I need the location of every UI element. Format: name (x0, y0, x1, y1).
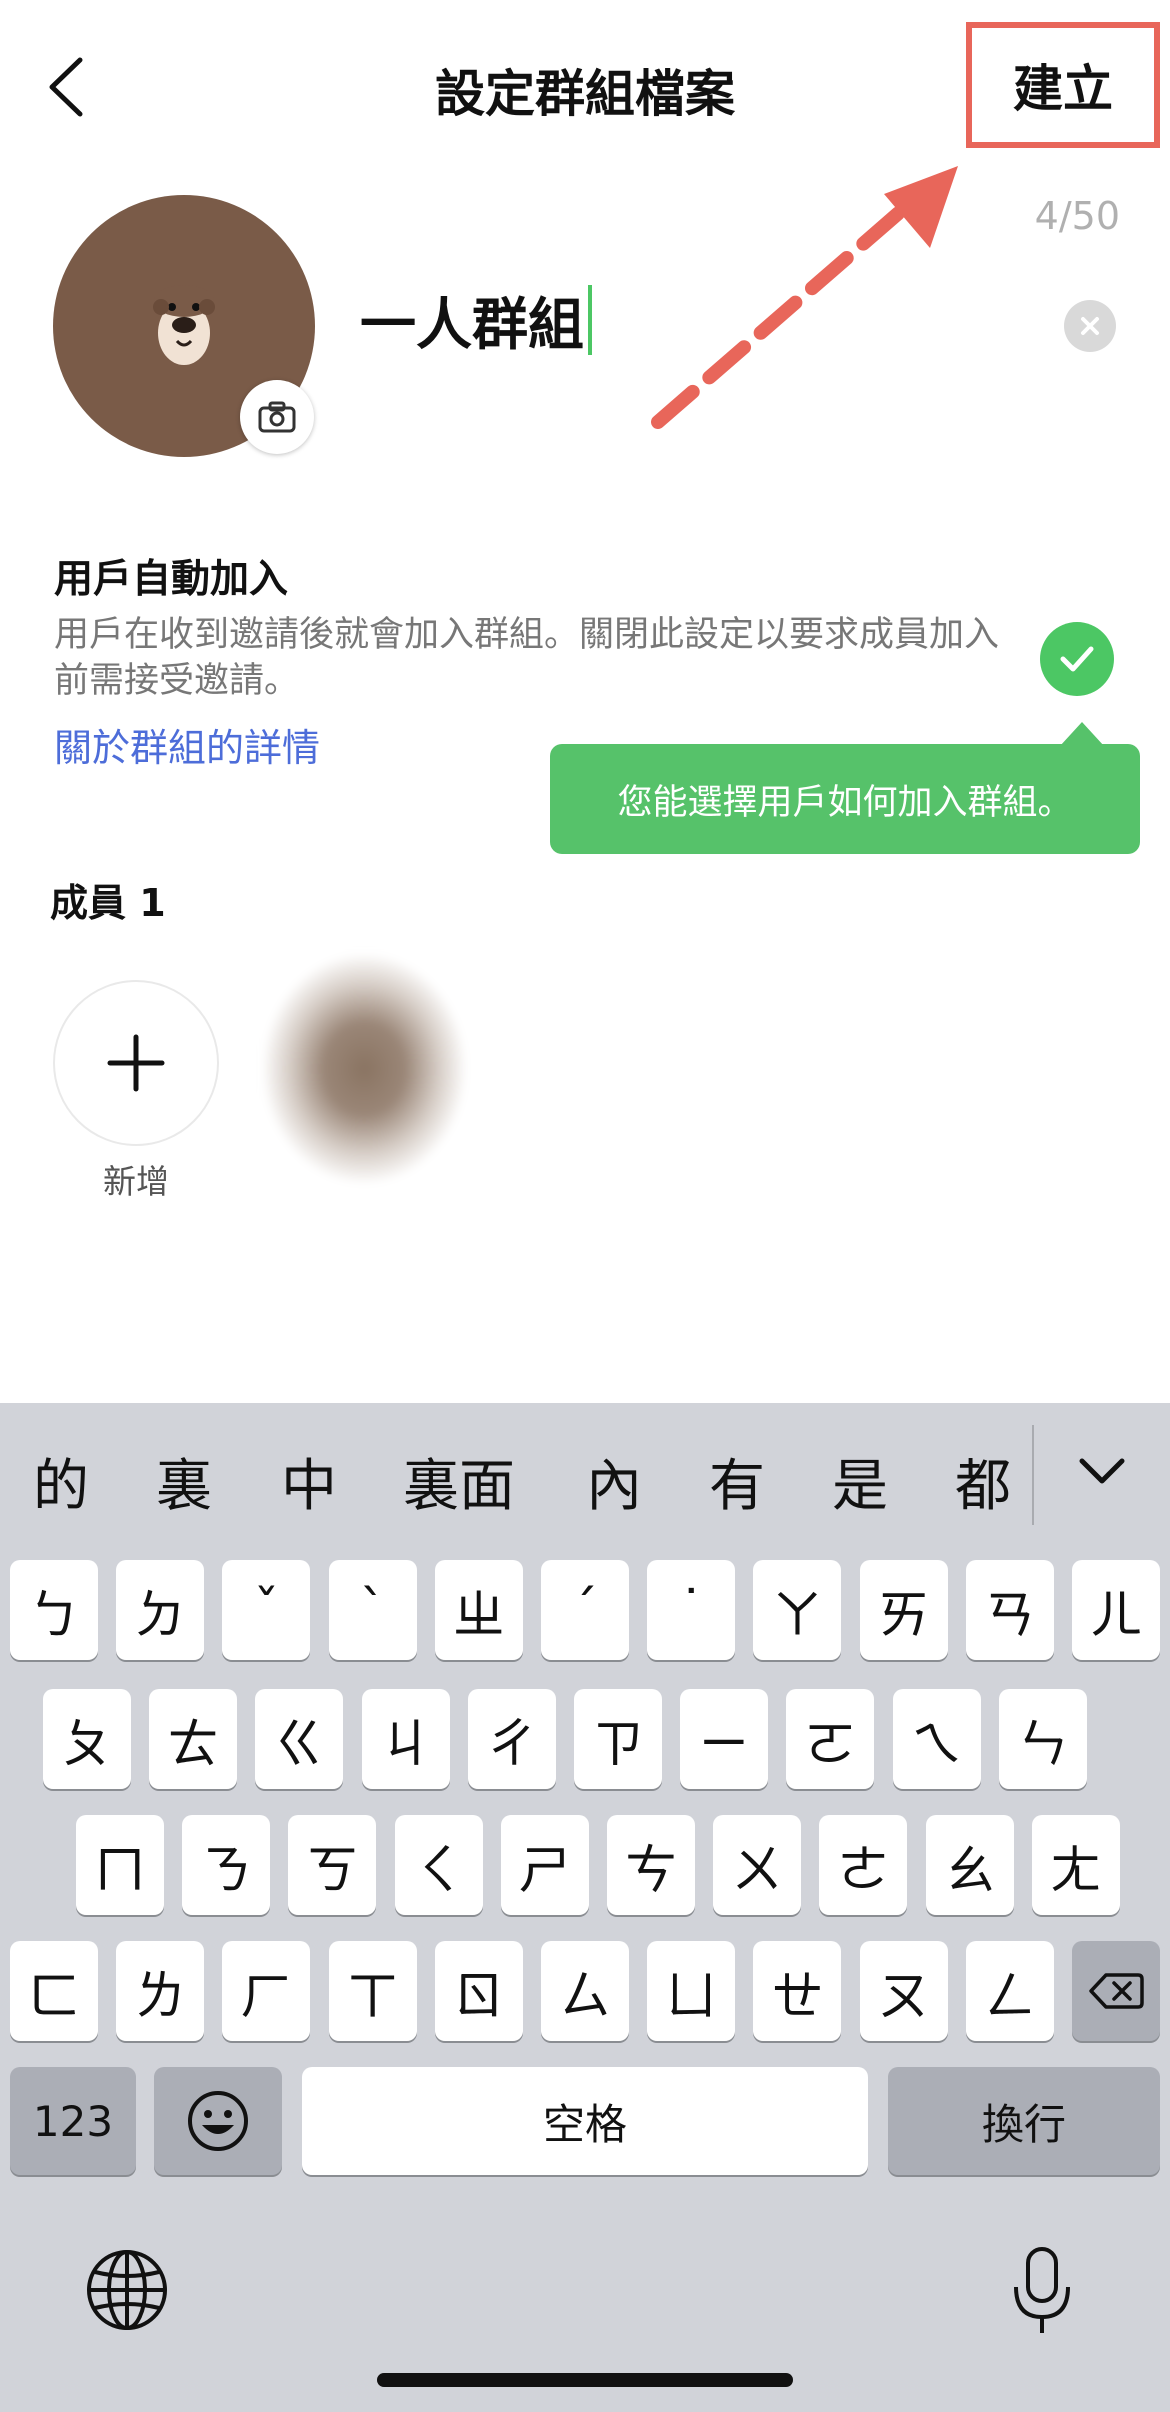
keyboard-key[interactable]: ㄎ (288, 1815, 377, 1915)
keyboard-key[interactable]: ˋ (328, 1560, 417, 1660)
keyboard-key[interactable]: ㄟ (892, 1689, 981, 1789)
keyboard-key[interactable]: ㄉ (116, 1560, 205, 1660)
change-photo-button[interactable] (240, 380, 314, 454)
numbers-key[interactable]: 123 (10, 2067, 136, 2175)
space-key[interactable]: 空格 (302, 2067, 868, 2175)
clear-name-button[interactable] (1064, 300, 1116, 352)
keyboard-key[interactable]: ㄦ (1072, 1560, 1160, 1660)
home-indicator (377, 2373, 793, 2387)
camera-icon (258, 401, 296, 433)
candidate-bar: 的 裏 中 裏面 內 有 是 都 (0, 1403, 1170, 1555)
keyboard-key[interactable]: ㄚ (753, 1560, 842, 1660)
candidate-word[interactable]: 裏 (156, 1441, 212, 1522)
close-icon (1081, 317, 1099, 335)
keyboard-key[interactable]: ㄩ (647, 1941, 736, 2041)
keyboard-key[interactable]: ㄝ (753, 1941, 842, 2041)
keyboard-key[interactable]: ㄕ (500, 1815, 589, 1915)
microphone-icon[interactable] (1010, 2245, 1074, 2337)
keyboard-key[interactable]: ㄊ (149, 1689, 238, 1789)
keyboard-key[interactable]: ㄞ (859, 1560, 948, 1660)
keyboard-key[interactable]: ㄣ (998, 1689, 1087, 1789)
keyboard-key[interactable]: ㄜ (819, 1815, 908, 1915)
group-name-input[interactable]: 一人群組 (360, 280, 1010, 360)
chevron-down-icon[interactable] (1072, 1441, 1132, 1501)
keyboard-key[interactable]: ㄔ (467, 1689, 556, 1789)
create-button[interactable]: 建立 (966, 22, 1160, 148)
member-avatar[interactable] (250, 940, 504, 1262)
keyboard-key[interactable]: ㄥ (965, 1941, 1054, 2041)
return-key[interactable]: 換行 (888, 2067, 1160, 2175)
keyboard-key[interactable]: ˙ (647, 1560, 736, 1660)
keyboard-key[interactable]: ㄒ (328, 1941, 417, 2041)
group-details-link[interactable]: 關於群組的詳情 (54, 717, 320, 772)
character-counter: 4/50 (1034, 194, 1120, 238)
delete-key[interactable] (1072, 1941, 1160, 2041)
keyboard-key[interactable]: ㄘ (607, 1815, 695, 1915)
keyboard-key[interactable]: ㄈ (10, 1941, 98, 2041)
candidate-divider (1032, 1425, 1034, 1525)
candidate-word[interactable]: 中 (281, 1441, 337, 1522)
candidate-word[interactable]: 的 (33, 1441, 89, 1522)
header: 設定群組檔案 建立 (0, 0, 1170, 170)
globe-icon[interactable] (85, 2248, 169, 2332)
keyboard-key[interactable]: ㄓ (434, 1560, 523, 1660)
text-caret (588, 285, 592, 355)
keyboard-key[interactable]: ㄙ (541, 1941, 629, 2041)
add-member-label: 新增 (103, 1162, 169, 1201)
keyboard-key[interactable]: ㄋ (182, 1815, 271, 1915)
auto-join-title: 用戶自動加入 (54, 557, 289, 602)
auto-join-description: 用戶在收到邀請後就會加入群組。關閉此設定以要求成員加入前需接受邀請。 (54, 615, 1000, 701)
keyboard-key[interactable]: ˇ (222, 1560, 311, 1660)
keyboard-key[interactable]: ㄇ (76, 1815, 164, 1915)
candidate-word[interactable]: 有 (709, 1441, 765, 1522)
keyboard-key[interactable]: ㄅ (10, 1560, 98, 1660)
keyboard-key[interactable]: ㄨ (713, 1815, 802, 1915)
keyboard-key[interactable]: ㄧ (680, 1689, 769, 1789)
group-name-text: 一人群組 (360, 292, 584, 358)
keyboard-key[interactable]: ㄌ (116, 1941, 205, 2041)
checkmark-icon (1060, 646, 1094, 672)
keyboard-key[interactable]: ㄑ (394, 1815, 483, 1915)
keyboard-key[interactable]: ㄍ (255, 1689, 344, 1789)
keyboard-key[interactable]: ㄢ (965, 1560, 1054, 1660)
candidate-word[interactable]: 是 (832, 1441, 888, 1522)
candidate-word[interactable]: 內 (586, 1441, 642, 1522)
keyboard-key[interactable]: ㄖ (434, 1941, 523, 2041)
keyboard-key[interactable]: ㄗ (574, 1689, 662, 1789)
add-member-button[interactable] (53, 980, 219, 1146)
auto-join-toggle[interactable] (1040, 622, 1114, 696)
keyboard-key[interactable]: ㄆ (43, 1689, 131, 1789)
keyboard-key[interactable]: ㄏ (222, 1941, 311, 2041)
keyboard-key[interactable]: ㄤ (1031, 1815, 1120, 1915)
plus-icon (107, 1034, 165, 1092)
emoji-icon (188, 2091, 248, 2151)
members-title: 成員 1 (50, 881, 166, 925)
keyboard-key[interactable]: ˊ (541, 1560, 629, 1660)
candidate-word[interactable]: 都 (955, 1441, 1011, 1522)
keyboard-key[interactable]: ㄡ (859, 1941, 948, 2041)
keyboard-key[interactable]: ㄐ (361, 1689, 450, 1789)
candidate-word[interactable]: 裏面 (403, 1441, 515, 1522)
emoji-key[interactable] (154, 2067, 282, 2175)
keyboard-key[interactable]: ㄠ (925, 1815, 1014, 1915)
auto-join-tooltip: 您能選擇用戶如何加入群組。 (550, 744, 1140, 854)
keyboard-key[interactable]: ㄛ (786, 1689, 875, 1789)
tooltip-pointer (1060, 722, 1104, 746)
backspace-icon (1089, 1973, 1144, 2009)
